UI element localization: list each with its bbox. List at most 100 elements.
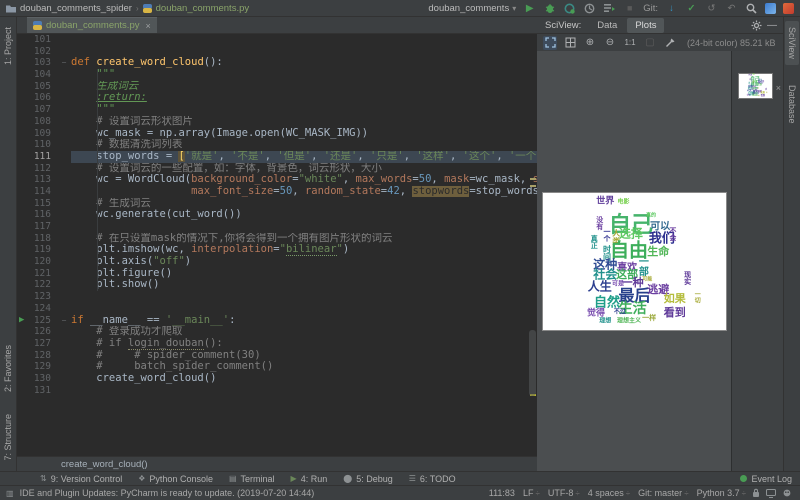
code-line-125[interactable]: 125−if __name__ == '__main__': — [17, 315, 537, 327]
code-line-104[interactable]: 104 """ — [17, 69, 537, 81]
status-item-5[interactable]: Python 3.7÷ — [697, 488, 746, 498]
undo-icon[interactable]: ↶ — [725, 2, 738, 15]
code-line-121[interactable]: 121 plt.figure() — [17, 268, 537, 280]
code-line-117[interactable]: 117 — [17, 221, 537, 233]
code-line-128[interactable]: 128 # # spider_comment(30) — [17, 350, 537, 362]
git-revert-icon[interactable]: ↺ — [705, 2, 718, 15]
tool-strip-button-2-favorites[interactable]: 2: Favorites — [1, 339, 15, 398]
tool-window-python-console[interactable]: ❖Python Console — [138, 474, 213, 484]
close-icon[interactable]: × — [145, 21, 150, 31]
code-line-124[interactable]: 124 — [17, 303, 537, 315]
plugin-icon-blue[interactable] — [765, 3, 776, 14]
zoom-in-icon[interactable]: ⊕ — [583, 36, 597, 50]
selection-icon[interactable]: ▢ — [643, 36, 657, 50]
run-with-profile-button[interactable] — [603, 2, 616, 15]
code-line-106[interactable]: 106 :return: — [17, 92, 537, 104]
grid-view-icon[interactable] — [563, 36, 577, 50]
actual-size-icon[interactable]: 1:1 — [623, 36, 637, 50]
debug-button[interactable] — [543, 2, 556, 15]
code-line-105[interactable]: 105 生成词云 — [17, 81, 537, 93]
fold-gutter — [57, 350, 71, 362]
tool-window-version-control[interactable]: ⇅9: Version Control — [40, 474, 122, 484]
status-item-4[interactable]: Git: master÷ — [638, 488, 688, 498]
coverage-button[interactable] — [583, 2, 596, 15]
status-item-0[interactable]: 111:83 — [489, 488, 515, 498]
sciview-header: SciView: Data Plots — — [537, 17, 783, 34]
left-tool-strip: 1: Project 2: Favorites 7: Structure — [0, 17, 17, 471]
event-log-button[interactable]: Event Log — [740, 474, 792, 484]
tool-window-run[interactable]: ▶4: Run — [291, 474, 328, 484]
tool-strip-button-1-project[interactable]: 1: Project — [1, 21, 15, 71]
code-line-101[interactable]: 101 — [17, 34, 537, 46]
status-message[interactable]: IDE and Plugin Updates: PyCharm is ready… — [20, 488, 315, 498]
code-line-129[interactable]: 129 # batch_spider_comment() — [17, 361, 537, 373]
code-line-110[interactable]: 110 # 数据清洗词列表 — [17, 139, 537, 151]
run-line-icon[interactable]: ▶ — [19, 315, 24, 327]
tool-strip-button-sciview[interactable]: SciView — [785, 21, 799, 65]
tool-strip-button-7-structure[interactable]: 7: Structure — [1, 408, 15, 467]
editor-scrollbar[interactable] — [529, 330, 536, 396]
code-line-107[interactable]: 107 """ — [17, 104, 537, 116]
plugin-icon-orange[interactable] — [783, 3, 794, 14]
line-number: 127 — [17, 338, 57, 350]
toolwindow-toggle-icon[interactable]: ▥ — [6, 489, 14, 498]
code-line-118[interactable]: 118 # 在只设置mask的情况下,你将会得到一个拥有图片形状的词云 — [17, 233, 537, 245]
code-line-102[interactable]: 102 — [17, 46, 537, 58]
fit-to-window-icon[interactable] — [543, 36, 557, 50]
breadcrumb-project[interactable]: douban_comments_spider — [20, 3, 132, 14]
thumbnail-close-icon[interactable]: × — [776, 83, 781, 93]
code-line-116[interactable]: 116 wc.generate(cut_word()) — [17, 209, 537, 221]
tool-window-todo[interactable]: ☰6: TODO — [409, 474, 456, 484]
code-line-114[interactable]: 114 max_font_size=50, random_state=42, s… — [17, 186, 537, 198]
plot-viewer[interactable]: 自己世界电影真的可以选择没有一个人类真正我们不会自由生命时间这种喜欢一部社会这部… — [537, 51, 731, 471]
git-commit-icon[interactable]: ✓ — [685, 2, 698, 15]
code-text: # if login_douban(): — [71, 338, 537, 350]
code-line-122[interactable]: 122 plt.show() — [17, 279, 537, 291]
code-line-123[interactable]: 123 — [17, 291, 537, 303]
status-bar: ▥ IDE and Plugin Updates: PyCharm is rea… — [0, 485, 800, 500]
code-line-130[interactable]: 130 create_word_cloud() — [17, 373, 537, 385]
code-line-126[interactable]: 126 # 登录成功才爬取 — [17, 326, 537, 338]
tool-strip-button-database[interactable]: Database — [785, 79, 799, 130]
zoom-out-icon[interactable]: ⊖ — [603, 36, 617, 50]
code-line-119[interactable]: 119 plt.imshow(wc, interpolation="biline… — [17, 244, 537, 256]
editor-tab[interactable]: douban_comments.py × — [27, 17, 157, 33]
code-editor[interactable]: 101102103−def create_word_cloud():104 ""… — [17, 34, 537, 456]
breadcrumb-file[interactable]: douban_comments.py — [156, 3, 249, 14]
profiler-button[interactable] — [563, 2, 576, 15]
git-update-icon[interactable]: ↓ — [665, 2, 678, 15]
code-line-115[interactable]: 115 # 生成词云 — [17, 198, 537, 210]
status-item-3[interactable]: 4 spaces÷ — [588, 488, 630, 498]
fold-gutter — [57, 151, 71, 163]
tab-data[interactable]: Data — [589, 18, 625, 33]
run-button[interactable]: ▶ — [523, 2, 536, 15]
plot-thumbnail[interactable]: 自己世界电影真的可以选择没有一个人类真正我们不会自由生命时间这种喜欢一部社会这部… — [738, 73, 773, 99]
fold-icon[interactable]: − — [57, 315, 71, 327]
code-line-108[interactable]: 108 # 设置词云形状图片 — [17, 116, 537, 128]
code-line-103[interactable]: 103−def create_word_cloud(): — [17, 57, 537, 69]
tab-plots[interactable]: Plots — [627, 18, 664, 33]
lock-icon[interactable] — [752, 488, 760, 498]
status-item-1[interactable]: LF÷ — [523, 488, 540, 498]
code-line-131[interactable]: 131 — [17, 385, 537, 397]
code-text: max_font_size=50, random_state=42, stopw… — [71, 186, 537, 198]
gear-icon[interactable] — [749, 18, 763, 32]
color-picker-icon[interactable] — [663, 36, 677, 50]
fold-icon[interactable]: − — [57, 57, 71, 69]
code-line-127[interactable]: 127 # if login_douban(): — [17, 338, 537, 350]
stop-button[interactable]: ■ — [623, 2, 636, 15]
scope-breadcrumb[interactable]: create_word_cloud() — [61, 459, 148, 470]
code-line-112[interactable]: 112 # 设置词云的一些配置，如：字体，背景色，词云形状，大小 — [17, 163, 537, 175]
run-config-select[interactable]: douban_comments ▾ — [428, 3, 516, 14]
code-line-109[interactable]: 109 wc_mask = np.array(Image.open(WC_MAS… — [17, 128, 537, 140]
tool-window-terminal[interactable]: ▤Terminal — [229, 474, 275, 484]
hide-panel-icon[interactable]: — — [765, 18, 779, 32]
code-line-120[interactable]: 120 plt.axis("off") — [17, 256, 537, 268]
inspections-icon[interactable] — [782, 488, 792, 498]
code-line-111[interactable]: 111 stop_words = ['就是', '不是', '但是', '还是'… — [17, 151, 537, 163]
code-line-113[interactable]: 113 wc = WordCloud(background_color="whi… — [17, 174, 537, 186]
status-item-2[interactable]: UTF-8÷ — [548, 488, 580, 498]
tool-window-debug[interactable]: ⬤5: Debug — [343, 474, 392, 484]
search-everywhere-icon[interactable] — [745, 2, 758, 15]
screen-reader-icon[interactable] — [766, 489, 776, 498]
